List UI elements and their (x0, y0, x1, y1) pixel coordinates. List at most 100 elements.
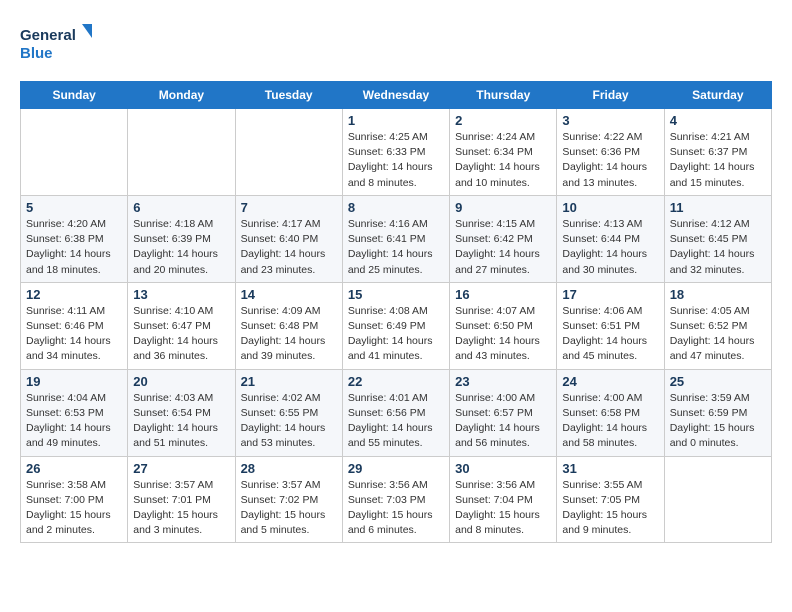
day-info: Sunrise: 4:11 AM Sunset: 6:46 PM Dayligh… (26, 304, 122, 365)
day-number: 6 (133, 200, 229, 215)
day-header-tuesday: Tuesday (235, 82, 342, 109)
day-number: 5 (26, 200, 122, 215)
day-number: 13 (133, 287, 229, 302)
day-info: Sunrise: 4:25 AM Sunset: 6:33 PM Dayligh… (348, 130, 444, 191)
day-info: Sunrise: 4:20 AM Sunset: 6:38 PM Dayligh… (26, 217, 122, 278)
day-info: Sunrise: 3:55 AM Sunset: 7:05 PM Dayligh… (562, 478, 658, 539)
calendar-cell: 11 Sunrise: 4:12 AM Sunset: 6:45 PM Dayli… (664, 195, 771, 282)
day-info: Sunrise: 3:58 AM Sunset: 7:00 PM Dayligh… (26, 478, 122, 539)
day-number: 7 (241, 200, 337, 215)
day-headers-row: SundayMondayTuesdayWednesdayThursdayFrid… (21, 82, 772, 109)
calendar-cell: 25 Sunrise: 3:59 AM Sunset: 6:59 PM Dayli… (664, 369, 771, 456)
calendar-cell: 10 Sunrise: 4:13 AM Sunset: 6:44 PM Dayli… (557, 195, 664, 282)
day-number: 29 (348, 461, 444, 476)
day-number: 9 (455, 200, 551, 215)
calendar-table: SundayMondayTuesdayWednesdayThursdayFrid… (20, 81, 772, 543)
calendar-cell (664, 456, 771, 543)
day-info: Sunrise: 4:07 AM Sunset: 6:50 PM Dayligh… (455, 304, 551, 365)
calendar-cell: 24Sunrise: 4:00 AM Sunset: 6:58 PM Dayli… (557, 369, 664, 456)
day-number: 10 (562, 200, 658, 215)
calendar-cell: 7Sunrise: 4:17 AM Sunset: 6:40 PM Daylig… (235, 195, 342, 282)
calendar-cell: 3Sunrise: 4:22 AM Sunset: 6:36 PM Daylig… (557, 109, 664, 196)
day-info: Sunrise: 3:56 AM Sunset: 7:04 PM Dayligh… (455, 478, 551, 539)
day-info: Sunrise: 4:21 AM Sunset: 6:37 PM Dayligh… (670, 130, 766, 191)
day-header-monday: Monday (128, 82, 235, 109)
calendar-cell: 2Sunrise: 4:24 AM Sunset: 6:34 PM Daylig… (450, 109, 557, 196)
day-info: Sunrise: 4:03 AM Sunset: 6:54 PM Dayligh… (133, 391, 229, 452)
day-number: 15 (348, 287, 444, 302)
day-info: Sunrise: 4:06 AM Sunset: 6:51 PM Dayligh… (562, 304, 658, 365)
calendar-cell (21, 109, 128, 196)
calendar-cell: 20 Sunrise: 4:03 AM Sunset: 6:54 PM Dayli… (128, 369, 235, 456)
day-info: Sunrise: 4:13 AM Sunset: 6:44 PM Dayligh… (562, 217, 658, 278)
svg-text:General: General (20, 27, 76, 44)
day-info: Sunrise: 4:24 AM Sunset: 6:34 PM Dayligh… (455, 130, 551, 191)
day-info: Sunrise: 4:00 AM Sunset: 6:57 PM Dayligh… (455, 391, 551, 452)
day-header-wednesday: Wednesday (342, 82, 449, 109)
day-info: Sunrise: 4:05 AM Sunset: 6:52 PM Dayligh… (670, 304, 766, 365)
calendar-cell: 29 Sunrise: 3:56 AM Sunset: 7:03 PM Dayli… (342, 456, 449, 543)
day-number: 26 (26, 461, 122, 476)
day-info: Sunrise: 4:12 AM Sunset: 6:45 PM Dayligh… (670, 217, 766, 278)
svg-text:Blue: Blue (20, 45, 53, 62)
calendar-cell: 28Sunrise: 3:57 AM Sunset: 7:02 PM Dayli… (235, 456, 342, 543)
week-row-2: 5 Sunrise: 4:20 AM Sunset: 6:38 PM Daylig… (21, 195, 772, 282)
day-info: Sunrise: 4:18 AM Sunset: 6:39 PM Dayligh… (133, 217, 229, 278)
day-number: 4 (670, 113, 766, 128)
day-info: Sunrise: 4:10 AM Sunset: 6:47 PM Dayligh… (133, 304, 229, 365)
day-info: Sunrise: 3:57 AM Sunset: 7:01 PM Dayligh… (133, 478, 229, 539)
logo: General Blue (20, 20, 100, 65)
calendar-cell: 13 Sunrise: 4:10 AM Sunset: 6:47 PM Dayli… (128, 282, 235, 369)
calendar-cell: 16 Sunrise: 4:07 AM Sunset: 6:50 PM Dayli… (450, 282, 557, 369)
day-number: 24 (562, 374, 658, 389)
week-row-1: 1 Sunrise: 4:25 AM Sunset: 6:33 PM Daylig… (21, 109, 772, 196)
day-number: 21 (241, 374, 337, 389)
calendar-cell: 8 Sunrise: 4:16 AM Sunset: 6:41 PM Daylig… (342, 195, 449, 282)
logo-svg: General Blue (20, 20, 100, 65)
day-number: 25 (670, 374, 766, 389)
day-number: 11 (670, 200, 766, 215)
day-number: 8 (348, 200, 444, 215)
day-number: 20 (133, 374, 229, 389)
day-number: 1 (348, 113, 444, 128)
day-number: 3 (562, 113, 658, 128)
calendar-cell: 19 Sunrise: 4:04 AM Sunset: 6:53 PM Dayli… (21, 369, 128, 456)
day-number: 28 (241, 461, 337, 476)
day-number: 17 (562, 287, 658, 302)
day-info: Sunrise: 4:16 AM Sunset: 6:41 PM Dayligh… (348, 217, 444, 278)
calendar-cell: 21 Sunrise: 4:02 AM Sunset: 6:55 PM Dayli… (235, 369, 342, 456)
day-header-saturday: Saturday (664, 82, 771, 109)
calendar-cell: 9 Sunrise: 4:15 AM Sunset: 6:42 PM Daylig… (450, 195, 557, 282)
calendar-cell: 30 Sunrise: 3:56 AM Sunset: 7:04 PM Dayli… (450, 456, 557, 543)
day-info: Sunrise: 3:59 AM Sunset: 6:59 PM Dayligh… (670, 391, 766, 452)
week-row-3: 12 Sunrise: 4:11 AM Sunset: 6:46 PM Dayli… (21, 282, 772, 369)
day-number: 30 (455, 461, 551, 476)
day-info: Sunrise: 3:56 AM Sunset: 7:03 PM Dayligh… (348, 478, 444, 539)
day-number: 12 (26, 287, 122, 302)
day-info: Sunrise: 4:09 AM Sunset: 6:48 PM Dayligh… (241, 304, 337, 365)
calendar-cell: 18Sunrise: 4:05 AM Sunset: 6:52 PM Dayli… (664, 282, 771, 369)
week-row-4: 19 Sunrise: 4:04 AM Sunset: 6:53 PM Dayli… (21, 369, 772, 456)
day-number: 19 (26, 374, 122, 389)
calendar-cell: 4 Sunrise: 4:21 AM Sunset: 6:37 PM Daylig… (664, 109, 771, 196)
day-info: Sunrise: 4:15 AM Sunset: 6:42 PM Dayligh… (455, 217, 551, 278)
day-number: 27 (133, 461, 229, 476)
day-header-sunday: Sunday (21, 82, 128, 109)
calendar-cell (235, 109, 342, 196)
day-info: Sunrise: 4:01 AM Sunset: 6:56 PM Dayligh… (348, 391, 444, 452)
calendar-cell (128, 109, 235, 196)
calendar-cell: 1 Sunrise: 4:25 AM Sunset: 6:33 PM Daylig… (342, 109, 449, 196)
day-number: 16 (455, 287, 551, 302)
day-header-friday: Friday (557, 82, 664, 109)
day-number: 23 (455, 374, 551, 389)
calendar-cell: 31 Sunrise: 3:55 AM Sunset: 7:05 PM Dayli… (557, 456, 664, 543)
calendar-cell: 23 Sunrise: 4:00 AM Sunset: 6:57 PM Dayli… (450, 369, 557, 456)
calendar-cell: 15Sunrise: 4:08 AM Sunset: 6:49 PM Dayli… (342, 282, 449, 369)
day-number: 31 (562, 461, 658, 476)
day-info: Sunrise: 4:02 AM Sunset: 6:55 PM Dayligh… (241, 391, 337, 452)
day-info: Sunrise: 4:04 AM Sunset: 6:53 PM Dayligh… (26, 391, 122, 452)
calendar-cell: 26 Sunrise: 3:58 AM Sunset: 7:00 PM Dayli… (21, 456, 128, 543)
calendar-cell: 22Sunrise: 4:01 AM Sunset: 6:56 PM Dayli… (342, 369, 449, 456)
calendar-cell: 12 Sunrise: 4:11 AM Sunset: 6:46 PM Dayli… (21, 282, 128, 369)
day-number: 14 (241, 287, 337, 302)
